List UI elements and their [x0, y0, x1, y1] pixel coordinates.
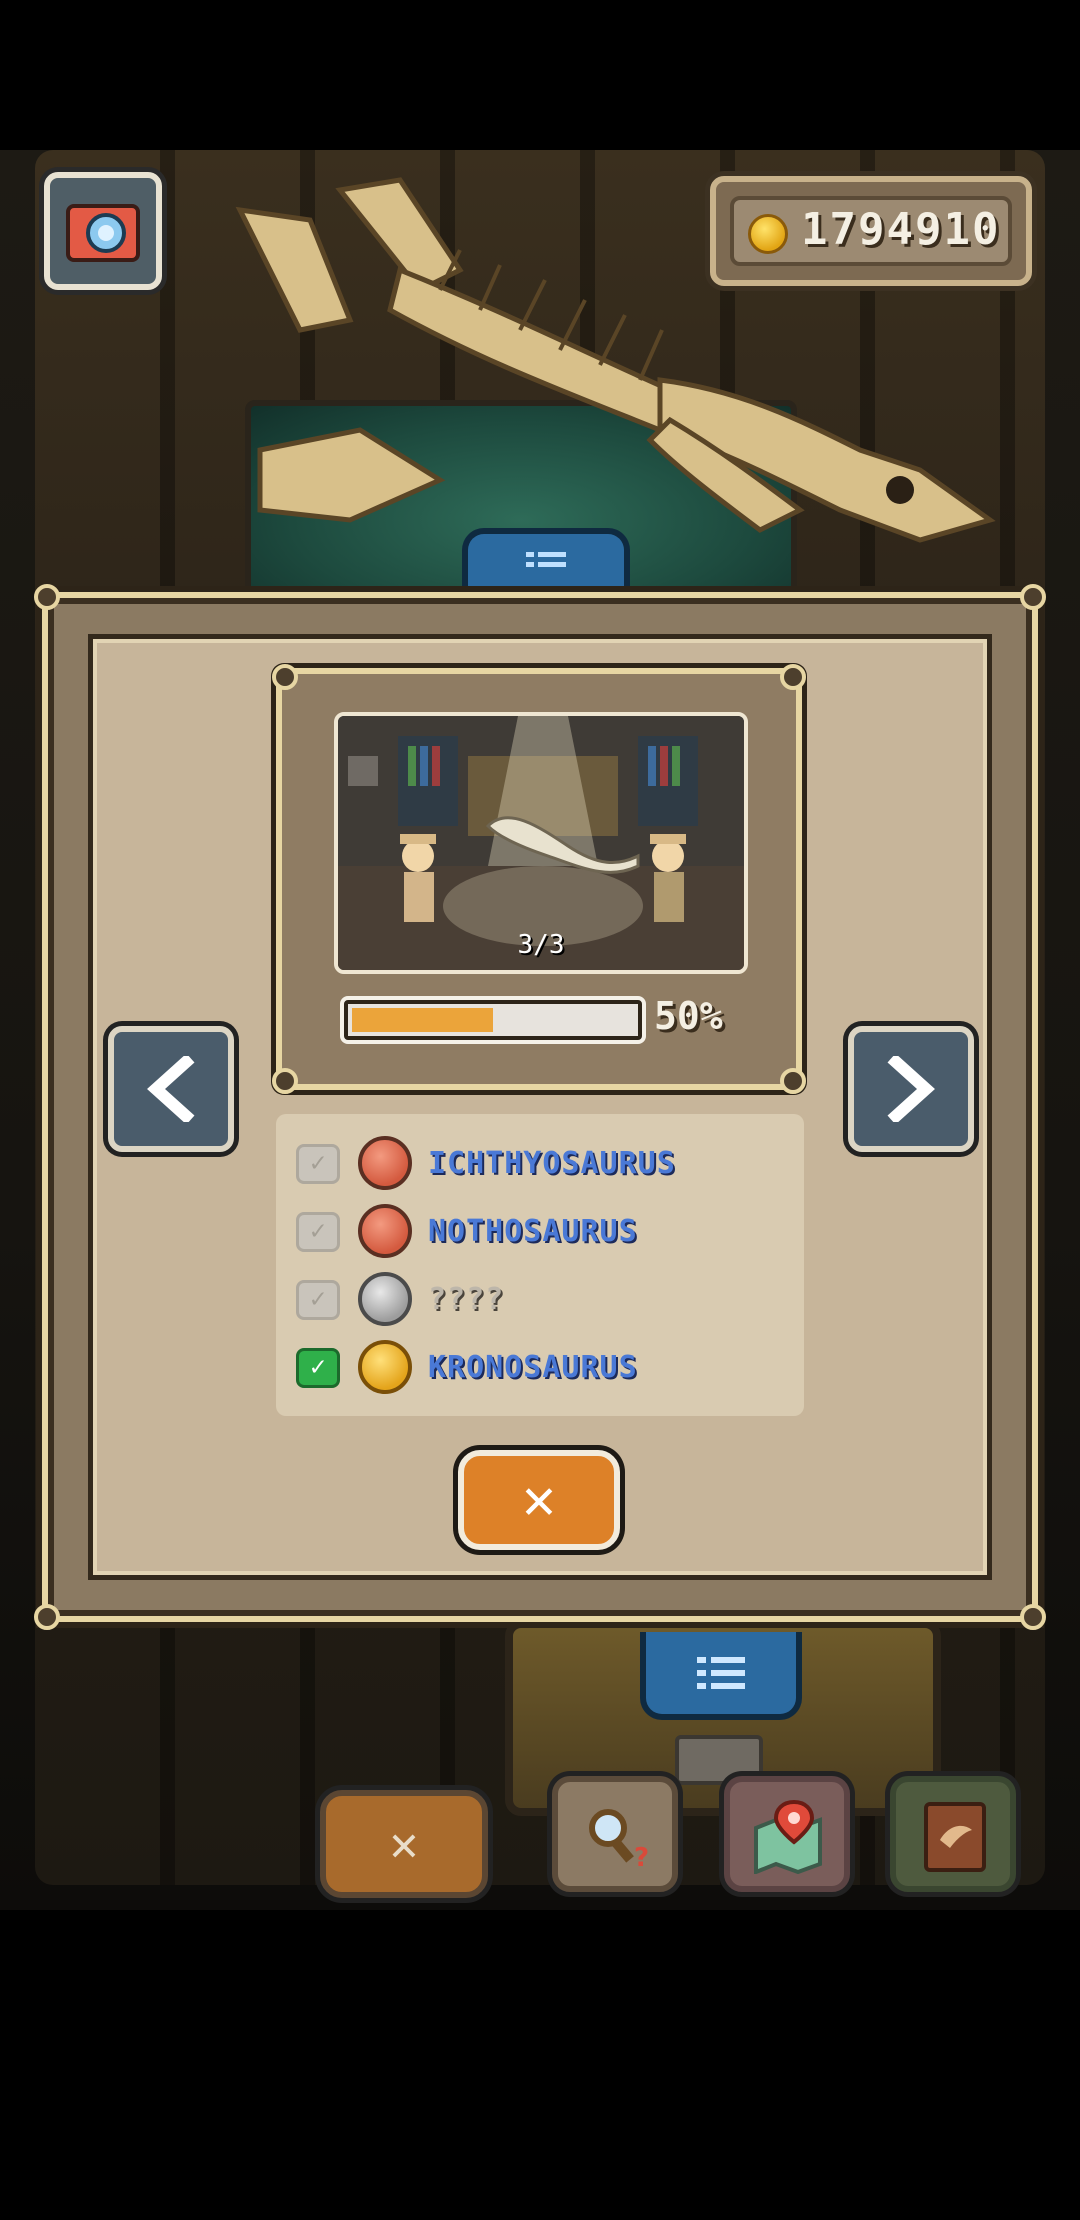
corner-ornament — [272, 1068, 298, 1094]
checkbox[interactable]: ✓ — [296, 1144, 340, 1184]
coin-balance-panel: 1794910 — [710, 176, 1032, 286]
list-icon — [697, 1657, 745, 1689]
list-item[interactable]: ✓ ???? — [296, 1272, 786, 1328]
book-icon — [924, 1802, 986, 1872]
chevron-left-icon — [147, 1056, 195, 1122]
fossil-badge-icon — [358, 1340, 412, 1394]
list-item[interactable]: ✓ NOTHOSAURUS — [296, 1204, 786, 1260]
toolbar-close-button[interactable]: ✕ — [320, 1790, 488, 1898]
check-icon: ✓ — [310, 1352, 326, 1382]
exhibit-list-tab-top — [462, 528, 630, 594]
checkbox[interactable]: ✓ — [296, 1280, 340, 1320]
progress-fill — [352, 1008, 493, 1032]
species-name: ICHTHYOSAURUS — [428, 1146, 676, 1181]
camera-icon — [66, 204, 140, 262]
close-icon: ✕ — [389, 1816, 419, 1872]
corner-ornament — [34, 584, 60, 610]
map-button[interactable] — [724, 1776, 850, 1892]
map-pin-icon — [754, 1799, 822, 1874]
list-icon — [526, 552, 566, 567]
photo-counter: 3/3 — [517, 930, 565, 960]
close-icon: ✕ — [522, 1467, 556, 1532]
checkbox[interactable]: ✓ — [296, 1212, 340, 1252]
corner-ornament — [780, 1068, 806, 1094]
corner-ornament — [780, 664, 806, 690]
checkbox[interactable]: ✓ — [296, 1348, 340, 1388]
coin-icon — [748, 214, 788, 254]
fossil-badge-icon — [358, 1204, 412, 1258]
next-button[interactable] — [848, 1026, 974, 1152]
previous-button[interactable] — [108, 1026, 234, 1152]
species-name: NOTHOSAURUS — [428, 1214, 638, 1249]
investigate-button[interactable]: ? — [552, 1776, 678, 1892]
species-name: ???? — [428, 1282, 505, 1317]
species-list: ✓ ICHTHYOSAURUS ✓ NOTHOSAURUS ✓ ???? ✓ K… — [276, 1114, 804, 1416]
coin-balance-value: 1794910 — [801, 204, 1001, 255]
list-item[interactable]: ✓ KRONOSAURUS — [296, 1340, 786, 1396]
check-icon: ✓ — [310, 1284, 326, 1314]
excavation-photo: 3/3 — [334, 712, 748, 974]
fossil-badge-icon — [358, 1272, 412, 1326]
magnifier-question-icon: ? — [589, 1809, 649, 1872]
corner-ornament — [272, 664, 298, 690]
check-icon: ✓ — [310, 1216, 326, 1246]
close-button[interactable]: ✕ — [458, 1450, 620, 1550]
list-item[interactable]: ✓ ICHTHYOSAURUS — [296, 1136, 786, 1192]
fossil-book-button[interactable] — [890, 1776, 1016, 1892]
corner-ornament — [1020, 584, 1046, 610]
fossil-badge-icon — [358, 1136, 412, 1190]
camera-button[interactable] — [44, 172, 162, 290]
corner-ornament — [1020, 1604, 1046, 1630]
check-icon: ✓ — [310, 1148, 326, 1178]
exhibit-list-tab-bottom[interactable] — [640, 1632, 802, 1720]
excavation-photo-frame: 3/3 50% — [272, 664, 806, 1094]
progress-percent-label: 50% — [654, 994, 723, 1038]
species-name: KRONOSAURUS — [428, 1350, 638, 1385]
corner-ornament — [34, 1604, 60, 1630]
discovery-progress-bar — [344, 1000, 642, 1040]
svg-text:?: ? — [634, 1843, 649, 1872]
chevron-right-icon — [887, 1056, 935, 1122]
